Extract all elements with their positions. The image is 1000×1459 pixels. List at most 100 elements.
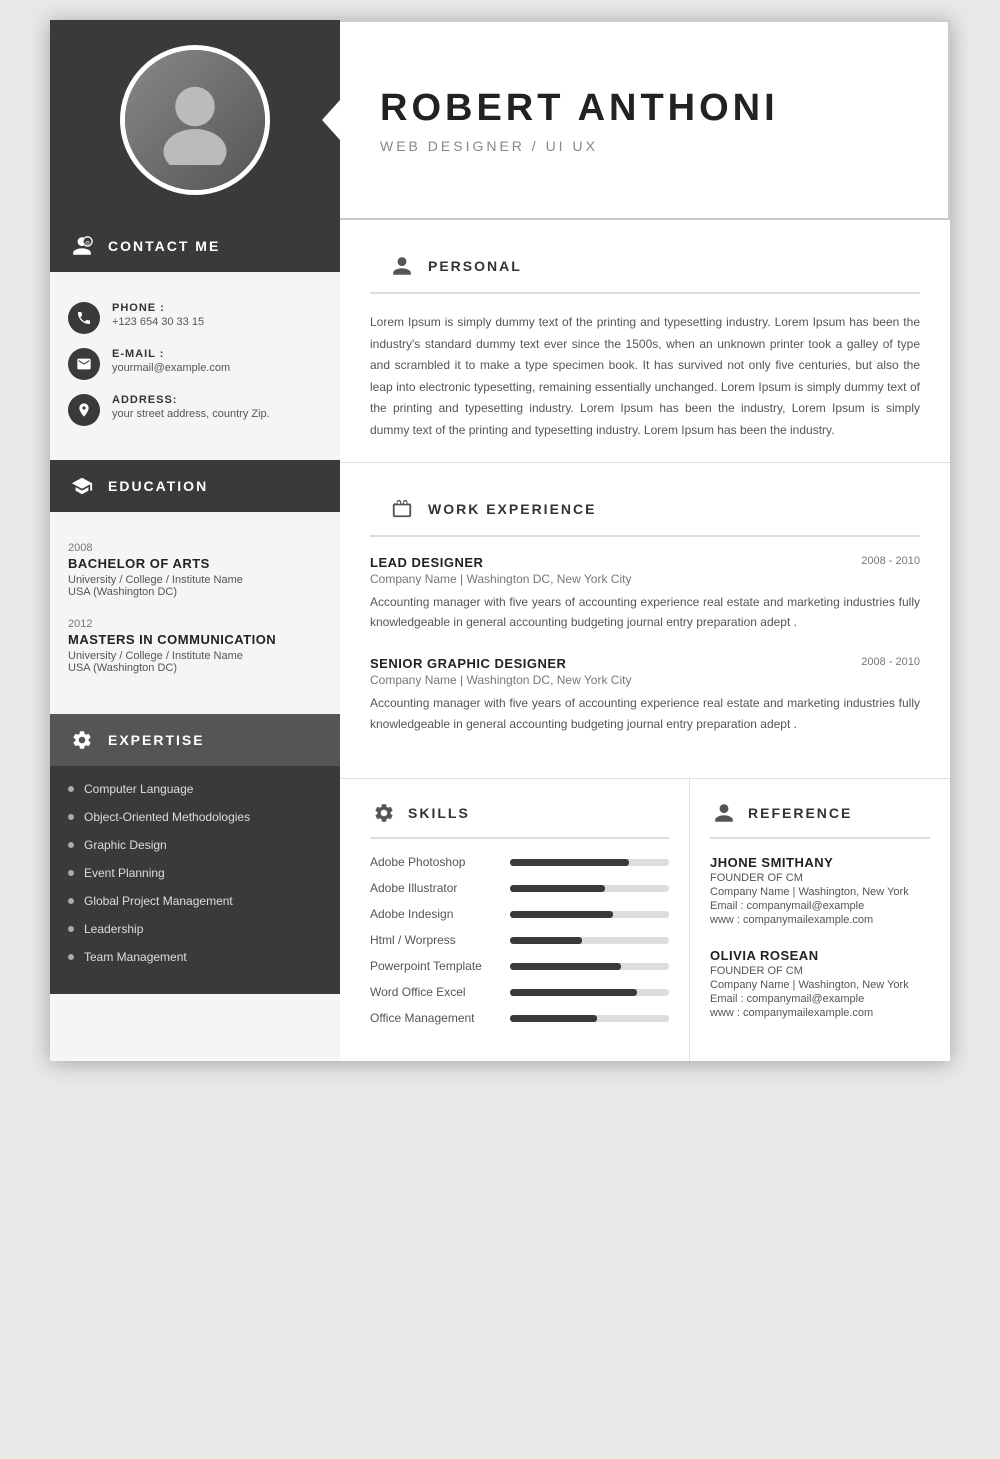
skill-item-6: Word Office Excel [370, 985, 669, 999]
bullet-1 [68, 786, 74, 792]
reference-section-label: REFERENCE [748, 805, 852, 821]
expertise-label-2: Object-Oriented Methodologies [84, 810, 250, 824]
expertise-label-4: Event Planning [84, 866, 165, 880]
edu-degree-1: BACHELOR OF ARTS [68, 556, 322, 571]
skill-bar-bg-4 [510, 937, 669, 944]
reference-icon [710, 799, 738, 827]
email-text: E-MAIL : yourmail@example.com [112, 348, 322, 374]
personal-section-label: PERSONAL [428, 258, 522, 274]
expertise-section: EXPERTISE Computer Language Object-Orien… [50, 714, 340, 994]
edu-item-1: 2008 BACHELOR OF ARTS University / Colle… [68, 542, 322, 598]
svg-text:@: @ [85, 240, 90, 245]
body: @ CONTACT ME PHONE : +1 [50, 220, 950, 1061]
skills-section-label: SKILLS [408, 805, 470, 821]
ref-website-2: www : companymailexample.com [710, 1007, 930, 1019]
skill-bar-fill-1 [510, 859, 629, 866]
skill-bar-bg-5 [510, 963, 669, 970]
skill-item-5: Powerpoint Template [370, 959, 669, 973]
phone-value: +123 654 30 33 15 [112, 316, 322, 328]
job-desc-2: Accounting manager with five years of ac… [370, 693, 920, 734]
candidate-name: ROBERT ANTHONI [380, 87, 908, 130]
expertise-icon [68, 726, 96, 754]
avatar [120, 45, 270, 195]
phone-text: PHONE : +123 654 30 33 15 [112, 302, 322, 328]
personal-icon [388, 252, 416, 280]
skill-name-5: Powerpoint Template [370, 959, 500, 973]
work-section: WORK EXPERIENCE LEAD DESIGNER 2008 - 201… [340, 463, 950, 780]
address-text: ADDRESS: your street address, country Zi… [112, 394, 322, 420]
skill-bar-fill-3 [510, 911, 613, 918]
edu-location-1: USA (Washington DC) [68, 586, 322, 598]
ref-role-1: FOUNDER OF CM [710, 872, 930, 884]
edu-year-2: 2012 [68, 618, 322, 630]
phone-label: PHONE : [112, 302, 322, 314]
expertise-item-3: Graphic Design [68, 838, 322, 852]
skills-section: SKILLS Adobe Photoshop Adobe Illustrator [340, 779, 690, 1061]
education-section-label: EDUCATION [108, 478, 208, 494]
skill-bar-bg-1 [510, 859, 669, 866]
bullet-4 [68, 870, 74, 876]
edu-location-2: USA (Washington DC) [68, 662, 322, 674]
skill-item-1: Adobe Photoshop [370, 855, 669, 869]
ref-website-1: www : companymailexample.com [710, 914, 930, 926]
education-header: EDUCATION [50, 460, 340, 512]
expertise-item-5: Global Project Management [68, 894, 322, 908]
ref-name-2: OLIVIA ROSEAN [710, 948, 930, 963]
bullet-5 [68, 898, 74, 904]
expertise-label-1: Computer Language [84, 782, 193, 796]
phone-icon [68, 302, 100, 334]
expertise-label-5: Global Project Management [84, 894, 233, 908]
email-icon [68, 348, 100, 380]
skill-bar-bg-7 [510, 1015, 669, 1022]
expertise-section-label: EXPERTISE [108, 732, 205, 748]
skill-item-4: Html / Worpress [370, 933, 669, 947]
expertise-label-3: Graphic Design [84, 838, 167, 852]
bottom-row: SKILLS Adobe Photoshop Adobe Illustrator [340, 779, 950, 1061]
reference-header: REFERENCE [710, 799, 930, 839]
ref-item-1: JHONE SMITHANY FOUNDER OF CM Company Nam… [710, 855, 930, 926]
skill-name-3: Adobe Indesign [370, 907, 500, 921]
skill-bar-fill-5 [510, 963, 621, 970]
job-header-1: LEAD DESIGNER 2008 - 2010 [370, 555, 920, 570]
address-label: ADDRESS: [112, 394, 322, 406]
personal-section: PERSONAL Lorem Ipsum is simply dummy tex… [340, 220, 950, 463]
ref-item-2: OLIVIA ROSEAN FOUNDER OF CM Company Name… [710, 948, 930, 1019]
skills-icon [370, 799, 398, 827]
email-label: E-MAIL : [112, 348, 322, 360]
expertise-item-4: Event Planning [68, 866, 322, 880]
skill-name-7: Office Management [370, 1011, 500, 1025]
personal-header: PERSONAL [370, 240, 920, 294]
edu-school-1: University / College / Institute Name [68, 574, 322, 586]
skill-item-2: Adobe Illustrator [370, 881, 669, 895]
contact-icon: @ [68, 232, 96, 260]
address-value: your street address, country Zip. [112, 408, 322, 420]
edu-year-1: 2008 [68, 542, 322, 554]
expertise-items: Computer Language Object-Oriented Method… [50, 766, 340, 994]
resume-container: ROBERT ANTHONI WEB DESIGNER / UI UX @ CO… [50, 20, 950, 1061]
contact-items: PHONE : +123 654 30 33 15 E-MAIL : yo [50, 292, 340, 460]
job-desc-1: Accounting manager with five years of ac… [370, 592, 920, 633]
expertise-item-7: Team Management [68, 950, 322, 964]
header-left [50, 20, 340, 220]
reference-section: REFERENCE JHONE SMITHANY FOUNDER OF CM C… [690, 779, 950, 1061]
email-value: yourmail@example.com [112, 362, 322, 374]
job-item-1: LEAD DESIGNER 2008 - 2010 Company Name |… [370, 555, 920, 633]
skill-bar-fill-7 [510, 1015, 597, 1022]
edu-item-2: 2012 MASTERS IN COMMUNICATION University… [68, 618, 322, 674]
job-dates-1: 2008 - 2010 [861, 555, 920, 567]
skill-bar-fill-2 [510, 885, 605, 892]
contact-header: @ CONTACT ME [50, 220, 340, 272]
job-title-1: LEAD DESIGNER [370, 555, 483, 570]
personal-text: Lorem Ipsum is simply dummy text of the … [370, 312, 920, 442]
job-item-2: SENIOR GRAPHIC DESIGNER 2008 - 2010 Comp… [370, 656, 920, 734]
ref-email-2: Email : companymail@example [710, 993, 930, 1005]
candidate-title: WEB DESIGNER / UI UX [380, 138, 908, 154]
ref-email-1: Email : companymail@example [710, 900, 930, 912]
skill-item-7: Office Management [370, 1011, 669, 1025]
expertise-label-7: Team Management [84, 950, 187, 964]
skill-name-6: Word Office Excel [370, 985, 500, 999]
ref-role-2: FOUNDER OF CM [710, 965, 930, 977]
skill-name-1: Adobe Photoshop [370, 855, 500, 869]
education-icon [68, 472, 96, 500]
education-items: 2008 BACHELOR OF ARTS University / Colle… [50, 532, 340, 714]
